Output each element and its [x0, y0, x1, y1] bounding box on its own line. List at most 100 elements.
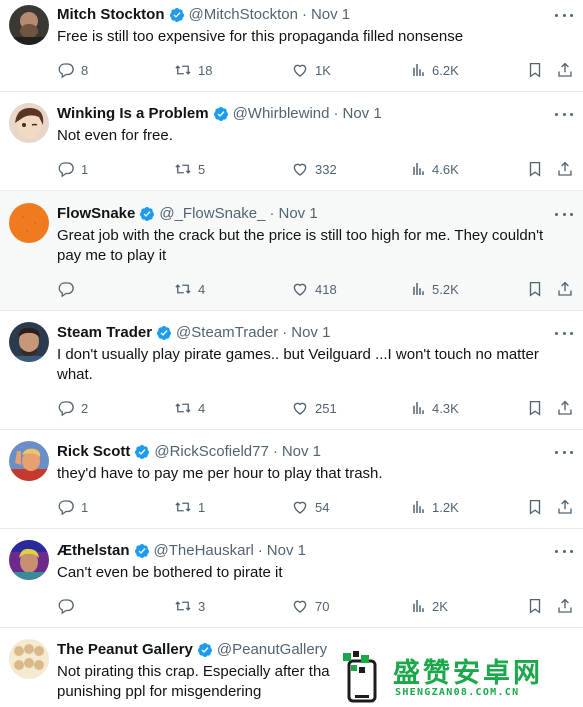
bookmark-button[interactable] [526, 60, 544, 80]
verified-badge-icon [157, 326, 172, 340]
bookmark-button[interactable] [526, 279, 544, 299]
author-name[interactable]: FlowSnake [57, 204, 135, 224]
avatar[interactable] [9, 540, 49, 580]
repost-button[interactable]: 3 [174, 596, 205, 616]
reply-icon [58, 401, 74, 417]
views-button[interactable]: 4.3K [408, 398, 459, 418]
views-count: 1.2K [432, 499, 459, 515]
like-button[interactable]: 251 [291, 398, 337, 418]
views-button[interactable]: 1.2K [408, 497, 459, 517]
tweet[interactable]: FlowSnake @_FlowSnake_ · Nov 1 Great job… [0, 191, 583, 311]
share-icon [558, 62, 572, 77]
author-name[interactable]: Winking Is a Problem [57, 104, 209, 124]
reply-icon [58, 599, 74, 615]
like-count: 54 [315, 499, 330, 515]
more-icon[interactable] [555, 210, 573, 218]
author-handle[interactable]: @MitchStockton [189, 5, 298, 25]
like-count: 332 [315, 161, 337, 177]
reply-button[interactable]: 1 [57, 159, 88, 179]
tweet[interactable]: Rick Scott @RickScofield77 · Nov 1 they'… [0, 430, 583, 529]
more-icon[interactable] [555, 547, 573, 555]
views-button[interactable]: 2K [408, 596, 448, 616]
separator-dot: · [257, 542, 263, 559]
author-handle[interactable]: @Whirblewind [233, 104, 330, 124]
tweet-date[interactable]: Nov 1 [311, 5, 350, 25]
tweet[interactable]: Æthelstan @TheHauskarl · Nov 1 Can't eve… [0, 529, 583, 628]
reply-button[interactable] [57, 596, 81, 616]
author-name[interactable]: Æthelstan [57, 541, 130, 561]
like-button[interactable]: 332 [291, 159, 337, 179]
share-icon [558, 598, 572, 613]
views-button[interactable]: 4.6K [408, 159, 459, 179]
bookmark-button[interactable] [526, 398, 544, 418]
tweet-actions: 4 418 5.2K [0, 279, 583, 299]
verified-badge-icon [135, 445, 150, 459]
tweet-date[interactable]: Nov 1 [342, 104, 381, 124]
share-button[interactable] [556, 60, 574, 80]
like-icon [293, 600, 307, 613]
bookmark-button[interactable] [526, 596, 544, 616]
author-name[interactable]: The Peanut Gallery [57, 640, 193, 660]
reply-icon [58, 162, 74, 178]
tweet-date[interactable]: Nov 1 [267, 541, 306, 561]
repost-count: 5 [198, 161, 206, 177]
share-button[interactable] [556, 497, 574, 517]
avatar[interactable] [9, 5, 49, 45]
more-icon[interactable] [555, 329, 573, 337]
share-button[interactable] [556, 279, 574, 299]
reply-icon [58, 500, 74, 516]
author-handle[interactable]: @SteamTrader [176, 323, 278, 343]
repost-button[interactable]: 4 [174, 398, 205, 418]
avatar[interactable] [9, 322, 49, 362]
share-button[interactable] [556, 159, 574, 179]
like-button[interactable]: 70 [291, 596, 329, 616]
repost-count: 4 [198, 400, 206, 416]
author-name[interactable]: Rick Scott [57, 442, 130, 462]
author-handle[interactable]: @PeanutGallery [217, 640, 327, 660]
like-button[interactable]: 418 [291, 279, 337, 299]
reply-button[interactable] [57, 279, 81, 299]
like-count: 70 [315, 598, 330, 614]
author-name[interactable]: Steam Trader [57, 323, 152, 343]
views-button[interactable]: 6.2K [408, 60, 459, 80]
more-icon[interactable] [555, 110, 573, 118]
share-button[interactable] [556, 596, 574, 616]
repost-button[interactable]: 4 [174, 279, 205, 299]
tweet-actions: 3 70 2K [0, 596, 583, 616]
bookmark-button[interactable] [526, 159, 544, 179]
repost-button[interactable]: 5 [174, 159, 205, 179]
reply-button[interactable]: 1 [57, 497, 88, 517]
views-button[interactable]: 5.2K [408, 279, 459, 299]
share-button[interactable] [556, 398, 574, 418]
tweet[interactable]: Mitch Stockton @MitchStockton · Nov 1 Fr… [0, 0, 583, 92]
author-handle[interactable]: @RickScofield77 [154, 442, 268, 462]
reply-button[interactable]: 8 [57, 60, 88, 80]
tweet-date[interactable]: Nov 1 [282, 442, 321, 462]
tweet-date[interactable]: Nov 1 [278, 204, 317, 224]
bookmark-button[interactable] [526, 497, 544, 517]
repost-icon [175, 164, 191, 174]
like-button[interactable]: 1K [291, 60, 331, 80]
watermark-subtitle: SHENGZAN08.COM.CN [395, 687, 520, 698]
like-icon [293, 64, 307, 77]
repost-button[interactable]: 18 [174, 60, 212, 80]
avatar[interactable] [9, 203, 49, 243]
author-handle[interactable]: @_FlowSnake_ [159, 204, 265, 224]
like-button[interactable]: 54 [291, 497, 329, 517]
repost-button[interactable]: 1 [174, 497, 205, 517]
reply-button[interactable]: 2 [57, 398, 88, 418]
reply-count: 2 [81, 400, 89, 416]
tweet[interactable]: Steam Trader @SteamTrader · Nov 1 I don'… [0, 311, 583, 430]
avatar[interactable] [9, 103, 49, 143]
tweet[interactable]: Winking Is a Problem @Whirblewind · Nov … [0, 92, 583, 191]
avatar[interactable] [9, 639, 49, 679]
more-icon[interactable] [555, 11, 573, 19]
tweet-header: Rick Scott @RickScofield77 · Nov 1 [57, 442, 321, 462]
author-handle[interactable]: @TheHauskarl [154, 541, 254, 561]
author-name[interactable]: Mitch Stockton [57, 5, 165, 25]
repost-count: 18 [198, 62, 213, 78]
more-icon[interactable] [555, 448, 573, 456]
avatar[interactable] [9, 441, 49, 481]
tweet-header: Winking Is a Problem @Whirblewind · Nov … [57, 104, 382, 124]
tweet-date[interactable]: Nov 1 [291, 323, 330, 343]
